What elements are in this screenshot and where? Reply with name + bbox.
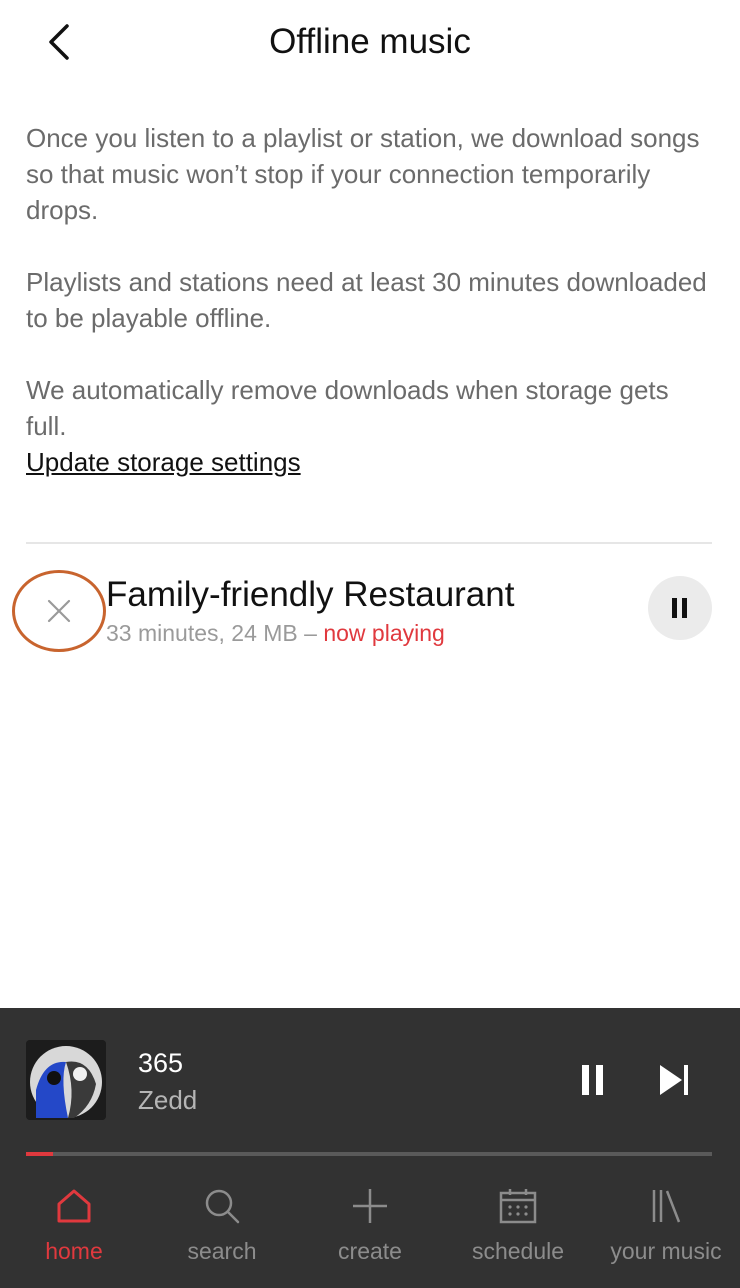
nav-label: your music [610, 1238, 722, 1264]
playback-progress-fill [26, 1152, 54, 1156]
player-pause-button[interactable] [568, 1058, 618, 1102]
album-art-image [26, 1040, 106, 1120]
library-icon [652, 1190, 681, 1223]
remove-download-button[interactable] [12, 570, 106, 652]
divider [26, 542, 712, 544]
download-row: Family-friendly Restaurant 33 minutes, 2… [0, 560, 740, 656]
bottom-nav: home search create schedule your music [0, 1176, 740, 1288]
nav-item-search[interactable]: search [148, 1176, 296, 1288]
pause-icon [672, 598, 687, 618]
pause-icon [582, 1065, 603, 1095]
album-art[interactable] [26, 1040, 106, 1120]
update-storage-settings-link[interactable]: Update storage settings [26, 444, 301, 480]
player-next-button[interactable] [650, 1058, 698, 1102]
calendar-icon [499, 1189, 537, 1224]
track-title: 365 [138, 1048, 184, 1078]
info-section: Once you listen to a playlist or station… [26, 120, 716, 480]
mini-player: 365 Zedd home search create schedule you… [0, 1008, 740, 1288]
nav-label: home [45, 1238, 103, 1264]
nav-item-create[interactable]: create [296, 1176, 444, 1288]
playback-progress-bar[interactable] [26, 1152, 712, 1156]
nav-item-your-music[interactable]: your music [592, 1176, 740, 1288]
page-title: Offline music [269, 22, 471, 61]
now-playing-status: now playing [323, 620, 445, 646]
home-icon [57, 1189, 91, 1223]
info-paragraph: Playlists and stations need at least 30 … [26, 267, 707, 333]
close-icon [47, 599, 71, 623]
skip-next-icon [660, 1065, 688, 1095]
nav-label: schedule [471, 1238, 565, 1264]
download-pause-button[interactable] [648, 576, 712, 640]
nav-label: search [187, 1238, 257, 1264]
info-paragraph: Once you listen to a playlist or station… [26, 123, 700, 225]
download-title: Family-friendly Restaurant [106, 575, 515, 614]
search-icon [205, 1189, 240, 1224]
nav-item-schedule[interactable]: schedule [444, 1176, 592, 1288]
plus-icon [353, 1189, 387, 1223]
download-size: 33 minutes, 24 MB – [106, 620, 324, 646]
nav-label: create [338, 1238, 402, 1264]
track-artist: Zedd [138, 1085, 198, 1115]
download-details: 33 minutes, 24 MB – now playing [106, 618, 445, 648]
nav-item-home[interactable]: home [0, 1176, 148, 1288]
header: Offline music [0, 0, 740, 86]
info-paragraph: We automatically remove downloads when s… [26, 375, 669, 441]
